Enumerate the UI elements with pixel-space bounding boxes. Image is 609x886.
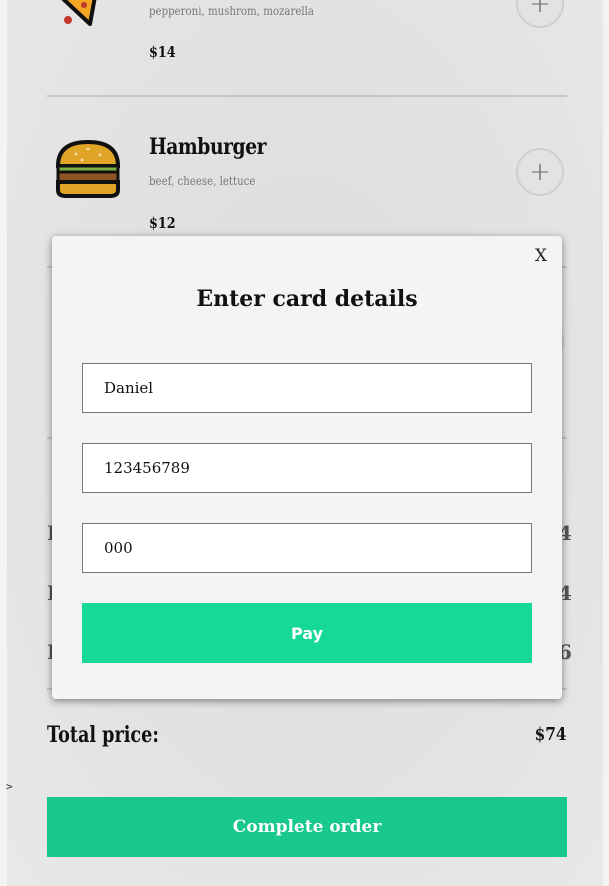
hamburger-name: Hamburger	[149, 134, 267, 160]
add-hamburger-button[interactable]: +	[516, 148, 564, 196]
close-icon[interactable]: X	[535, 246, 547, 266]
caret-marker: >	[6, 780, 13, 793]
cvv-input[interactable]	[82, 523, 532, 573]
pizza-price: $14	[149, 43, 176, 61]
card-details-modal: X Enter card details Pay	[52, 236, 562, 699]
divider	[47, 95, 567, 97]
total-price-value: $74	[535, 724, 567, 745]
plus-icon: +	[529, 157, 551, 187]
total-price-label: Total price:	[47, 722, 159, 748]
cardholder-name-input[interactable]	[82, 363, 532, 413]
modal-title: Enter card details	[196, 286, 418, 312]
pizza-icon	[54, 0, 122, 38]
hamburger-price: $12	[149, 214, 176, 232]
complete-order-button[interactable]: Complete order	[47, 797, 567, 857]
pay-button[interactable]: Pay	[82, 603, 532, 663]
hamburger-icon	[54, 136, 122, 204]
pizza-description: pepperoni, mushrom, mozarella	[149, 4, 315, 18]
card-number-input[interactable]	[82, 443, 532, 493]
left-edge	[0, 0, 7, 886]
hamburger-description: beef, cheese, lettuce	[149, 174, 256, 188]
plus-icon: +	[529, 0, 551, 19]
right-edge	[603, 0, 609, 886]
